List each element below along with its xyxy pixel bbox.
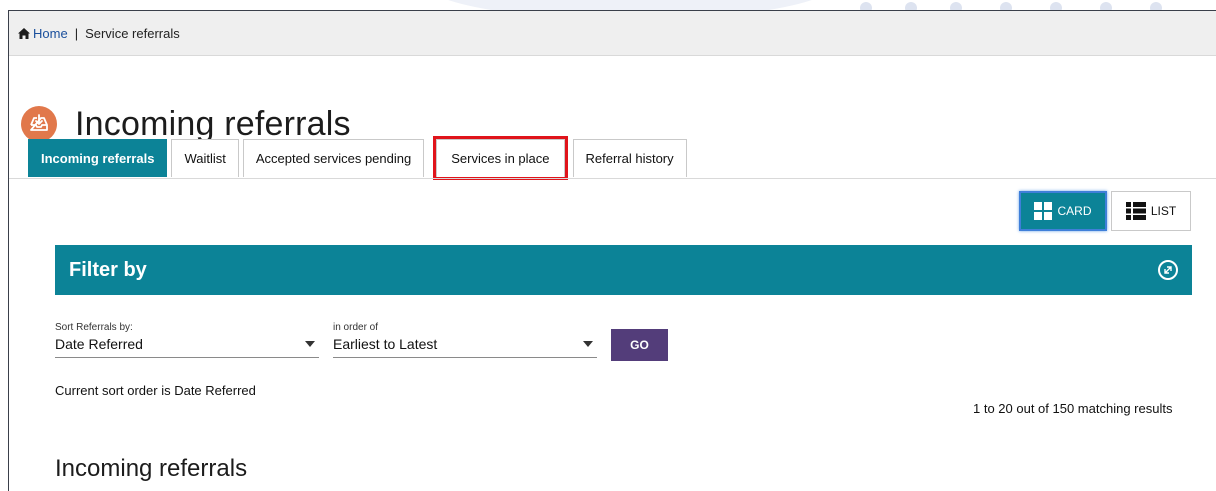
sort-by-field: Sort Referrals by: Date Referred (55, 322, 319, 358)
breadcrumb-home-link[interactable]: Home (18, 26, 68, 41)
tab-waitlist[interactable]: Waitlist (171, 139, 239, 177)
filter-title: Filter by (69, 258, 147, 281)
home-icon (18, 27, 30, 39)
tab-accepted-services-pending[interactable]: Accepted services pending (242, 139, 425, 177)
list-view-button[interactable]: LIST (1111, 191, 1191, 231)
breadcrumb-home-label[interactable]: Home (33, 26, 68, 41)
results-count: 1 to 20 out of 150 matching results (973, 401, 1173, 416)
referral-tabs: Incoming referrals Waitlist Accepted ser… (28, 136, 691, 180)
breadcrumb: Home | Service referrals (9, 11, 1216, 56)
card-view-label[interactable]: CARD (1057, 204, 1091, 218)
current-sort-text: Current sort order is Date Referred (55, 383, 256, 398)
chevron-down-icon[interactable] (583, 341, 593, 347)
breadcrumb-separator: | (74, 25, 79, 41)
tab-incoming-referrals[interactable]: Incoming referrals (28, 139, 168, 177)
sort-by-value[interactable]: Date Referred (55, 336, 143, 352)
app-window: Home | Service referrals Incoming referr… (8, 10, 1216, 491)
page-title: Incoming referrals (75, 104, 351, 143)
order-label: in order of (333, 322, 379, 333)
expand-icon[interactable] (1158, 260, 1178, 280)
top-decoration (0, 0, 1216, 10)
grid-icon (1034, 202, 1053, 220)
filter-panel-header[interactable]: Filter by (55, 245, 1192, 295)
inbox-download-icon (21, 105, 57, 142)
sort-by-select[interactable]: Date Referred (55, 336, 319, 358)
order-field: in order of Earliest to Latest (333, 322, 597, 358)
tab-services-in-place[interactable]: Services in place (433, 136, 568, 180)
go-button[interactable]: GO (611, 329, 668, 361)
list-view-label[interactable]: LIST (1151, 204, 1176, 218)
sort-by-label: Sort Referrals by: (55, 322, 133, 333)
list-icon (1125, 202, 1146, 220)
order-value[interactable]: Earliest to Latest (333, 336, 437, 352)
card-view-button[interactable]: CARD (1019, 191, 1107, 231)
tab-divider (9, 178, 1216, 179)
breadcrumb-current: Service referrals (85, 25, 180, 41)
tab-referral-history[interactable]: Referral history (572, 139, 687, 177)
chevron-down-icon[interactable] (305, 341, 315, 347)
order-select[interactable]: Earliest to Latest (333, 336, 597, 358)
